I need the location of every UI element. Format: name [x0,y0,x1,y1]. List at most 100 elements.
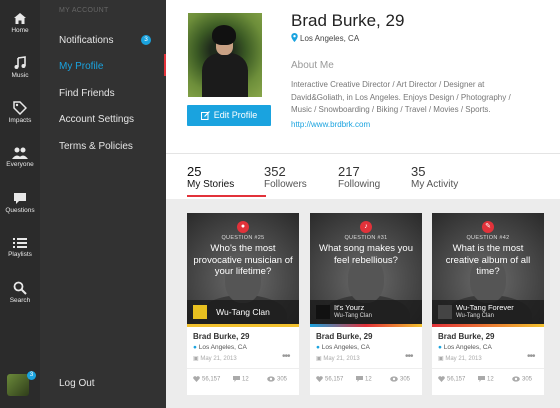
tab-followers[interactable]: 352 Followers [264,165,307,191]
card-location: ● Los Angeles, CA [438,344,492,351]
card-image: ♪ QUESTION #31 What song makes you feel … [310,213,422,324]
location-pin-icon: ● [438,344,442,351]
rail-label: Questions [5,207,35,214]
card-date-text: May 21, 2013 [200,356,237,362]
edit-profile-label: Edit Profile [213,110,258,120]
eye-icon [390,376,398,382]
account-menu: MY ACCOUNT Notifications 3 My Profile Fi… [40,0,166,408]
chat-icon [14,193,26,204]
question-text: Who's the most provocative musician of y… [193,243,293,277]
story-card[interactable]: ♪ QUESTION #31 What song makes you feel … [310,213,422,395]
logout-link[interactable]: Log Out [59,378,95,389]
tab-following[interactable]: 217 Following [338,164,381,191]
more-options-icon[interactable]: ••• [405,351,413,362]
profile-website-link[interactable]: http://www.brdbrk.com [291,120,370,129]
rail-label: Search [9,297,31,304]
notification-badge: 3 [27,371,36,380]
menu-item-notifications[interactable]: Notifications [59,35,113,46]
likes-value: 56,157 [325,376,344,383]
rail-item-impacts[interactable]: Impacts [0,101,40,124]
menu-item-terms[interactable]: Terms & Policies [59,141,133,152]
question-text: What is the most creative album of all t… [445,243,531,277]
stat-number: 217 [338,164,360,179]
rail-item-search[interactable]: Search [0,281,40,304]
comment-icon [356,376,363,382]
profile-bio: Interactive Creative Director / Art Dire… [291,80,511,114]
views-value: 305 [277,376,288,383]
edit-profile-button[interactable]: Edit Profile [187,105,271,126]
card-date: ▣ May 21, 2013 [193,355,237,362]
tag-icon [13,101,27,115]
calendar-icon: ▣ [193,356,199,362]
avatar[interactable] [7,374,29,396]
heart-icon [193,376,200,382]
question-number: QUESTION #31 [344,235,388,241]
likes-count[interactable]: 56,157 [438,376,465,383]
comments-count[interactable]: 12 [233,376,249,383]
stat-label: Followers [264,179,307,190]
more-options-icon[interactable]: ••• [527,351,535,362]
album-title: It's Yourz [334,303,365,312]
stat-number: 25 [187,164,202,179]
views-count[interactable]: 305 [512,376,532,383]
stat-label: My Activity [411,179,459,190]
card-divider [432,368,544,369]
card-author: Brad Burke, 29 [438,332,495,341]
calendar-icon: ▣ [316,356,322,362]
person-icon: ● [237,221,249,233]
menu-item-my-profile[interactable]: My Profile [59,61,103,72]
profile-photo [188,13,262,97]
album-artist: Wu-Tang Clan [456,313,494,319]
card-date-text: May 21, 2013 [323,356,360,362]
profile-location: Los Angeles, CA [291,33,359,43]
card-location-text: Los Angeles, CA [321,344,370,351]
location-pin-icon: ● [316,344,320,351]
album-bar: It's Yourz Wu-Tang Clan [310,300,422,324]
likes-value: 56,157 [202,376,221,383]
card-image: ✎ QUESTION #42 What is the most creative… [432,213,544,324]
menu-item-find-friends[interactable]: Find Friends [59,88,115,99]
likes-count[interactable]: 56,157 [316,376,343,383]
story-card[interactable]: ● QUESTION #25 Who's the most provocativ… [187,213,299,395]
rail-label: Music [11,72,29,79]
card-divider [310,368,422,369]
music-icon [14,56,26,69]
album-title: Wu-Tang Forever [456,303,514,312]
home-icon [14,13,26,24]
rail-item-home[interactable]: Home [0,12,40,34]
comments-value: 12 [242,376,249,383]
tab-my-stories[interactable]: 25 My Stories [187,164,234,191]
tab-my-activity[interactable]: 35 My Activity [411,164,459,191]
album-artist: Wu-Tang Clan [334,313,372,319]
rail-item-everyone[interactable]: Everyone [0,147,40,168]
stat-number: 35 [411,164,426,179]
views-value: 305 [522,376,533,383]
card-accent-bar [310,324,422,327]
calendar-icon: ▣ [438,356,444,362]
stories-grid: ● QUESTION #25 Who's the most provocativ… [166,199,560,408]
comments-count[interactable]: 12 [356,376,372,383]
pencil-icon: ✎ [482,221,494,233]
eye-icon [267,376,275,382]
views-count[interactable]: 305 [267,376,287,383]
rail-item-questions[interactable]: Questions [0,192,40,214]
stat-label: Following [338,179,381,190]
views-count[interactable]: 305 [390,376,410,383]
comments-count[interactable]: 12 [478,376,494,383]
card-date: ▣ May 21, 2013 [438,355,482,362]
album-title: Wu-Tang Clan [216,307,270,317]
search-icon [13,281,27,295]
more-options-icon[interactable]: ••• [282,351,290,362]
comments-value: 12 [365,376,372,383]
menu-item-account-settings[interactable]: Account Settings [59,114,134,125]
rail-item-music[interactable]: Music [0,56,40,79]
rail-item-playlists[interactable]: Playlists [0,237,40,258]
story-card[interactable]: ✎ QUESTION #42 What is the most creative… [432,213,544,395]
album-bar: Wu-Tang Clan [187,300,299,324]
card-location: ● Los Angeles, CA [316,344,370,351]
likes-count[interactable]: 56,157 [193,376,220,383]
card-location-text: Los Angeles, CA [443,344,492,351]
profile-name: Brad Burke, 29 [291,11,405,30]
comment-icon [233,376,240,382]
music-note-icon: ♪ [360,221,372,233]
